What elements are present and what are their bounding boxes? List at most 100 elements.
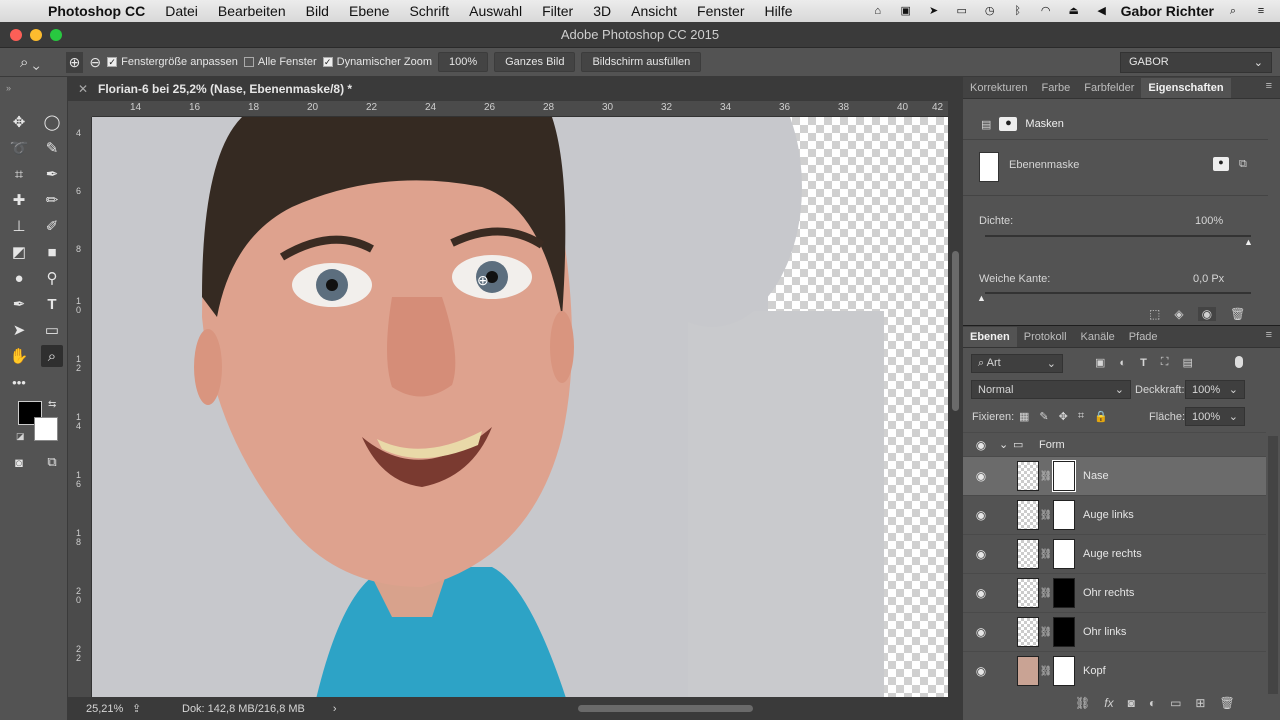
workspace-select[interactable]: GABOR ⌄ — [1120, 51, 1272, 73]
link-icon[interactable]: ⛓ — [1039, 588, 1053, 599]
link-icon[interactable]: ⛓ — [1039, 627, 1053, 638]
brush-tool-icon[interactable]: ✏ — [41, 189, 63, 211]
tab-eigenschaften[interactable]: Eigenschaften — [1141, 78, 1231, 98]
dynamic-zoom-checkbox[interactable]: ✓ Dynamischer Zoom — [322, 56, 432, 68]
tab-ebenen[interactable]: Ebenen — [963, 327, 1017, 347]
vertical-scrollbar[interactable] — [948, 101, 963, 697]
menu-ebene[interactable]: Ebene — [339, 3, 399, 19]
layer-mask-thumbnail[interactable] — [1053, 656, 1075, 686]
user-name[interactable]: Gabor Richter — [1121, 3, 1214, 19]
visibility-icon[interactable]: ◉ — [1197, 307, 1217, 321]
layer-row[interactable]: ◉ ⛓ Ohr rechts — [963, 573, 1266, 612]
layer-row[interactable]: ◉ ⛓ Auge rechts — [963, 534, 1266, 573]
crop-tool-icon[interactable]: ⌗ — [8, 163, 30, 185]
adjustment-layer-icon[interactable]: ◐ — [1149, 696, 1156, 710]
tab-farbe[interactable]: Farbe — [1034, 82, 1077, 98]
density-value[interactable]: 100% — [1195, 215, 1223, 227]
filter-toggle[interactable] — [1235, 356, 1243, 368]
zoom-in-icon[interactable]: ⊕ — [65, 51, 84, 73]
layer-mask-thumbnail[interactable] — [1053, 578, 1075, 608]
eject-icon[interactable]: ⏏ — [1065, 5, 1083, 17]
layer-mask-thumbnail[interactable] — [1053, 539, 1075, 569]
menu-datei[interactable]: Datei — [155, 3, 208, 19]
status-menu-arrow[interactable]: › — [333, 703, 337, 715]
volume-icon[interactable]: ◀ — [1093, 5, 1111, 17]
menu-hilfe[interactable]: Hilfe — [755, 3, 803, 19]
apply-mask-icon[interactable]: ◈ — [1174, 307, 1183, 321]
menu-bearbeiten[interactable]: Bearbeiten — [208, 3, 296, 19]
layer-filter-select[interactable]: ⌕ Art ⌄ — [971, 354, 1063, 373]
blur-tool-icon[interactable]: ● — [8, 267, 30, 289]
eye-icon[interactable]: ◉ — [963, 469, 999, 483]
minimize-window-button[interactable] — [30, 29, 42, 41]
density-slider[interactable] — [985, 235, 1251, 237]
link-layers-icon[interactable]: ⛓ — [1075, 696, 1090, 710]
time-machine-icon[interactable]: ◷ — [981, 5, 999, 17]
close-window-button[interactable] — [10, 29, 22, 41]
collapse-arrows-icon[interactable]: » — [6, 83, 11, 93]
spotlight-search-icon[interactable]: ⌕ — [1224, 5, 1242, 17]
hand-tool-icon[interactable]: ✋ — [8, 345, 30, 367]
healing-brush-tool-icon[interactable]: ✚ — [8, 189, 30, 211]
lasso-tool-icon[interactable]: ➰ — [8, 137, 30, 159]
wifi-icon[interactable]: ◠ — [1037, 5, 1055, 17]
path-selection-tool-icon[interactable]: ➤ — [8, 319, 30, 341]
menu-schrift[interactable]: Schrift — [399, 3, 459, 19]
link-icon[interactable]: ⛓ — [1039, 666, 1053, 677]
lock-position-icon[interactable]: ✥ — [1059, 410, 1068, 423]
layer-mask-thumbnail[interactable] — [1052, 460, 1076, 492]
load-selection-icon[interactable]: ⬚ — [1149, 307, 1160, 321]
chevron-down-icon[interactable]: ⌄ — [999, 438, 1013, 451]
zoom-tool-preset-icon[interactable]: ⌕ ⌄ — [20, 54, 40, 71]
tab-farbfelder[interactable]: Farbfelder — [1077, 82, 1141, 98]
arrow-icon[interactable]: ➤ — [925, 5, 943, 17]
layers-scrollbar[interactable] — [1268, 436, 1278, 694]
background-color-swatch[interactable] — [34, 417, 58, 441]
new-group-icon[interactable]: ▭ — [1170, 696, 1181, 710]
link-icon[interactable]: ⛓ — [1039, 549, 1053, 560]
layer-row[interactable]: ◉ ⛓ Kopf — [963, 651, 1266, 690]
type-tool-icon[interactable]: T — [41, 293, 63, 315]
panel-menu-icon[interactable]: ≡ — [1258, 80, 1280, 98]
feather-value[interactable]: 0,0 Px — [1193, 273, 1224, 285]
horizontal-scroll-thumb[interactable] — [578, 705, 753, 712]
pixel-mask-icon[interactable]: ▤ — [981, 118, 991, 131]
move-tool-icon[interactable]: ✥ — [8, 111, 30, 133]
eye-icon[interactable]: ◉ — [963, 438, 999, 452]
add-mask-icon[interactable]: ◙ — [1128, 696, 1135, 710]
lock-artboard-icon[interactable]: ⌗ — [1078, 410, 1084, 423]
new-layer-icon[interactable]: ⊞ — [1195, 696, 1205, 710]
filter-type-icon[interactable]: T — [1140, 357, 1147, 369]
quick-selection-tool-icon[interactable]: ✎ — [41, 137, 63, 159]
link-icon[interactable]: ⛓ — [1039, 510, 1053, 521]
feather-slider[interactable] — [985, 292, 1251, 294]
filter-adjustment-icon[interactable]: ◐ — [1119, 357, 1126, 369]
display-icon[interactable]: ▣ — [897, 5, 915, 17]
rectangle-tool-icon[interactable]: ▭ — [41, 319, 63, 341]
menu-filter[interactable]: Filter — [532, 3, 583, 19]
delete-mask-icon[interactable]: 🗑 — [1230, 307, 1245, 321]
lock-pixels-icon[interactable]: ✎ — [1039, 410, 1048, 423]
whole-image-button[interactable]: Ganzes Bild — [494, 52, 576, 72]
fill-screen-button[interactable]: Bildschirm ausfüllen — [581, 52, 702, 72]
fit-window-checkbox[interactable]: ✓ Fenstergröße anpassen — [107, 56, 238, 68]
menu-bild[interactable]: Bild — [296, 3, 339, 19]
tab-kanaele[interactable]: Kanäle — [1074, 331, 1122, 347]
link-icon[interactable]: ⛓ — [1039, 471, 1053, 482]
eraser-tool-icon[interactable]: ◩ — [8, 241, 30, 263]
dodge-tool-icon[interactable]: ⚲ — [41, 267, 63, 289]
swap-colors-icon[interactable]: ⇆ — [48, 399, 56, 410]
menu-ansicht[interactable]: Ansicht — [621, 3, 687, 19]
filter-pixel-icon[interactable]: ▣ — [1095, 356, 1105, 369]
image-canvas[interactable]: ⊕ — [92, 117, 948, 697]
zoom-out-icon[interactable]: ⊖ — [89, 54, 101, 71]
home-icon[interactable]: ⌂ — [869, 5, 887, 17]
ruler-origin[interactable] — [68, 101, 92, 117]
eyedropper-tool-icon[interactable]: ✒ — [41, 163, 63, 185]
quick-mask-icon[interactable]: ◙ — [8, 451, 30, 473]
filter-smart-object-icon[interactable]: ▤ — [1183, 356, 1193, 369]
blend-mode-select[interactable]: Normal ⌄ — [971, 380, 1131, 399]
eye-icon[interactable]: ◉ — [963, 625, 999, 639]
layer-row[interactable]: ◉ ⛓ Nase — [963, 456, 1266, 495]
feather-slider-handle[interactable]: ▲ — [977, 293, 986, 303]
